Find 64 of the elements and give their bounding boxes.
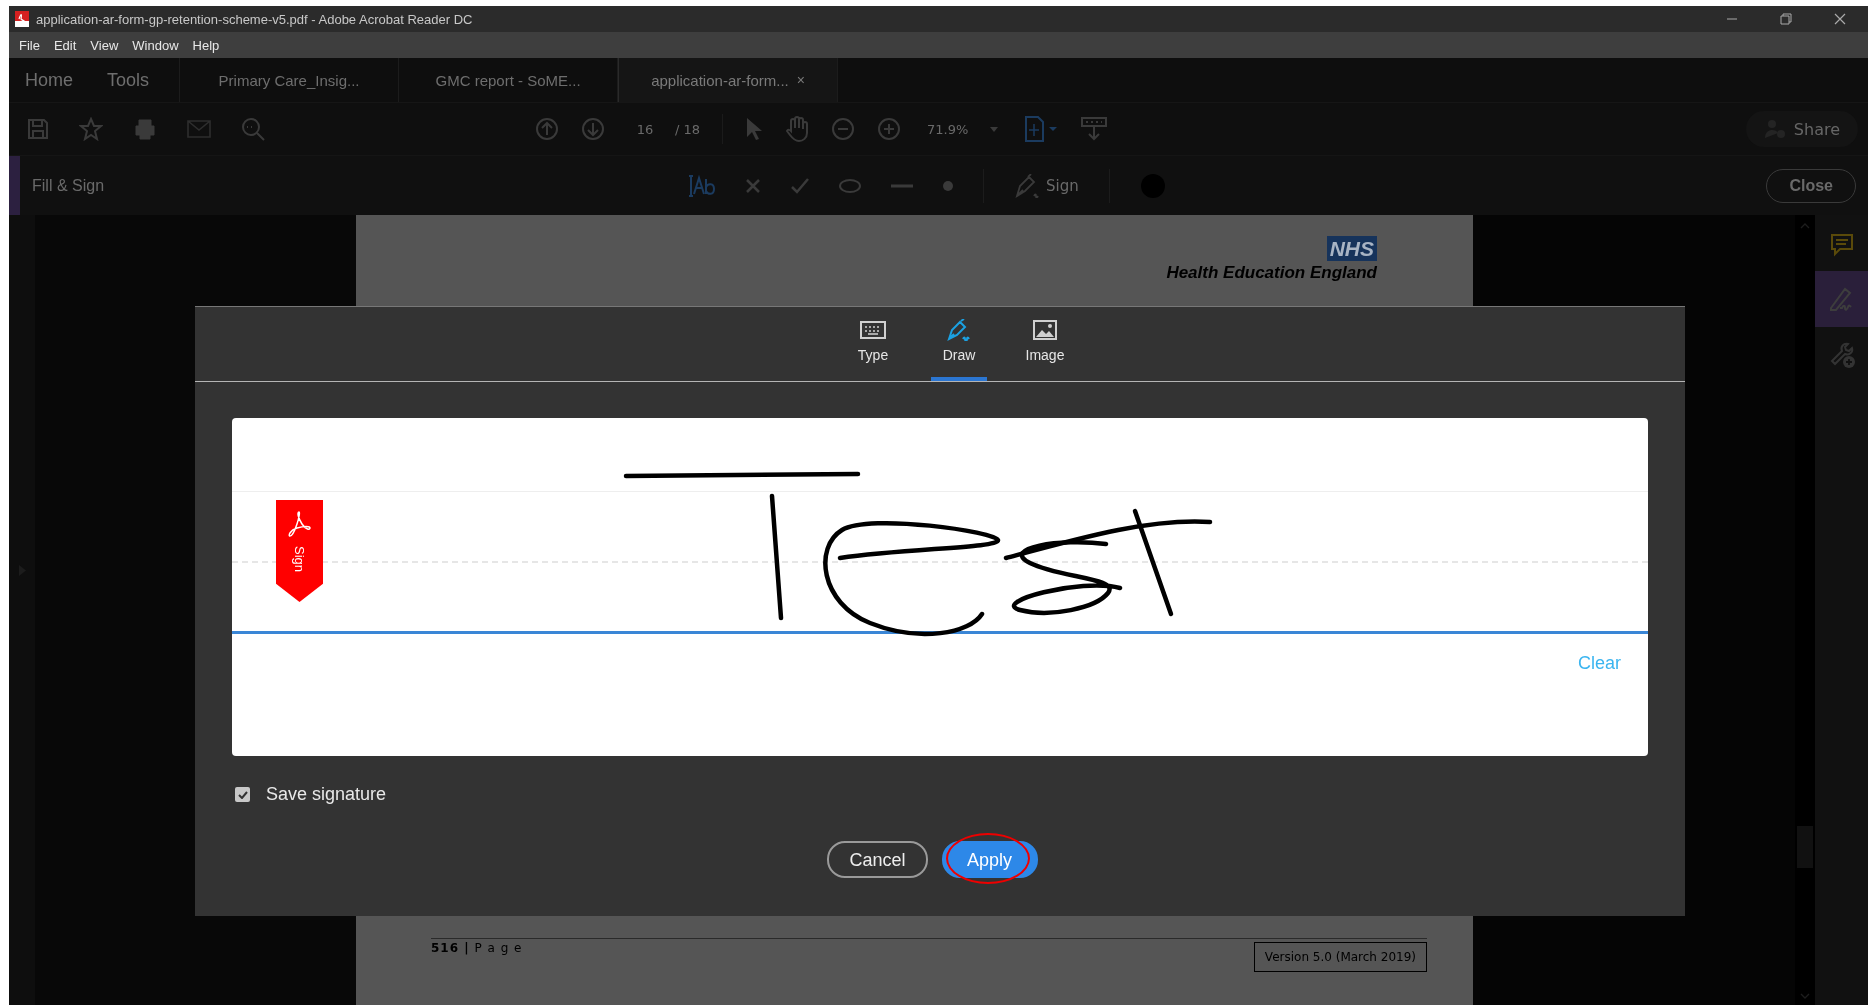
check-mark-icon[interactable] — [791, 177, 809, 194]
tab[interactable]: Type — [845, 307, 901, 381]
apply-button[interactable]: Apply — [941, 841, 1038, 878]
tab[interactable]: Home — [9, 58, 90, 102]
check-icon — [237, 790, 248, 799]
logo-badge: NHS — [1326, 236, 1377, 261]
scroll-down-icon[interactable] — [1800, 993, 1810, 999]
ellipse-icon[interactable] — [839, 178, 861, 193]
menu-item[interactable]: Window — [126, 37, 187, 53]
checkbox[interactable] — [235, 787, 250, 802]
panel-title: Fill & Sign — [32, 176, 106, 195]
fit-page-icon[interactable] — [1024, 116, 1059, 142]
tab[interactable]: application-ar-form... × — [618, 58, 839, 102]
zoom-out-icon[interactable] — [831, 117, 856, 141]
menu-item[interactable]: Help — [186, 37, 228, 53]
window-title: application-ar-form-gp-retention-scheme-v5.pdf - Adobe Acrobat Reader DC — [36, 11, 474, 27]
menu-item[interactable]: File — [13, 37, 48, 53]
page-footer-text: 516 | P a g e — [431, 941, 523, 955]
keyboard-icon — [860, 319, 886, 341]
keyboard-download-icon[interactable] — [1080, 116, 1109, 142]
pdf-file-icon — [15, 11, 29, 27]
cross-mark-icon[interactable] — [745, 177, 761, 194]
restore-icon[interactable] — [1780, 13, 1792, 25]
zoom-dropdown[interactable]: 71.9% — [923, 121, 1003, 137]
pointer-icon[interactable] — [745, 117, 764, 141]
menu-item[interactable]: View — [84, 37, 127, 53]
sign-button[interactable]: Sign — [1014, 173, 1079, 198]
close-icon[interactable] — [1834, 13, 1846, 25]
signature-pad[interactable]: Sign Clear — [232, 418, 1648, 756]
dot-icon[interactable] — [943, 180, 953, 191]
page-number-field[interactable]: 16 — [627, 121, 663, 137]
panel-accent-bar — [9, 156, 20, 215]
hand-icon[interactable] — [785, 116, 810, 142]
scroll-up-icon[interactable] — [1800, 223, 1810, 229]
page-total: / 18 — [675, 121, 701, 137]
mail-icon[interactable] — [187, 120, 211, 138]
scrollbar[interactable] — [1795, 215, 1815, 1005]
arrow-down-icon[interactable] — [581, 117, 605, 141]
pen-nib-icon — [1014, 173, 1040, 198]
tab-close-button[interactable]: × — [796, 72, 805, 88]
save-icon[interactable] — [27, 118, 49, 140]
add-text-icon[interactable] — [687, 174, 715, 197]
arrow-up-icon[interactable] — [535, 117, 559, 141]
clear-link[interactable]: Clear — [1578, 653, 1621, 674]
tab[interactable]: Draw — [931, 307, 987, 381]
print-icon[interactable] — [133, 118, 157, 140]
caret-icon — [990, 126, 999, 132]
pen-icon — [946, 319, 972, 341]
star-icon[interactable] — [79, 117, 103, 141]
search-icon[interactable] — [241, 117, 265, 141]
sign-here-tag: Sign — [276, 500, 323, 602]
comment-icon[interactable] — [1829, 233, 1854, 257]
organisation-name: Health Education England — [1166, 263, 1377, 283]
checkbox-label: Save signature — [266, 784, 387, 805]
sidebar-tool[interactable] — [1815, 271, 1868, 327]
zoom-in-icon[interactable] — [877, 117, 902, 141]
acrobat-logo-icon — [286, 510, 313, 538]
share-button[interactable]: Share — [1745, 111, 1858, 147]
line-icon[interactable] — [891, 183, 913, 188]
menu-item[interactable]: Edit — [47, 37, 85, 53]
version-label: Version 5.0 (March 2019) — [1253, 942, 1427, 972]
image-icon — [1032, 319, 1058, 341]
cancel-button[interactable]: Cancel — [827, 841, 928, 878]
tab[interactable]: Image — [1017, 307, 1073, 381]
